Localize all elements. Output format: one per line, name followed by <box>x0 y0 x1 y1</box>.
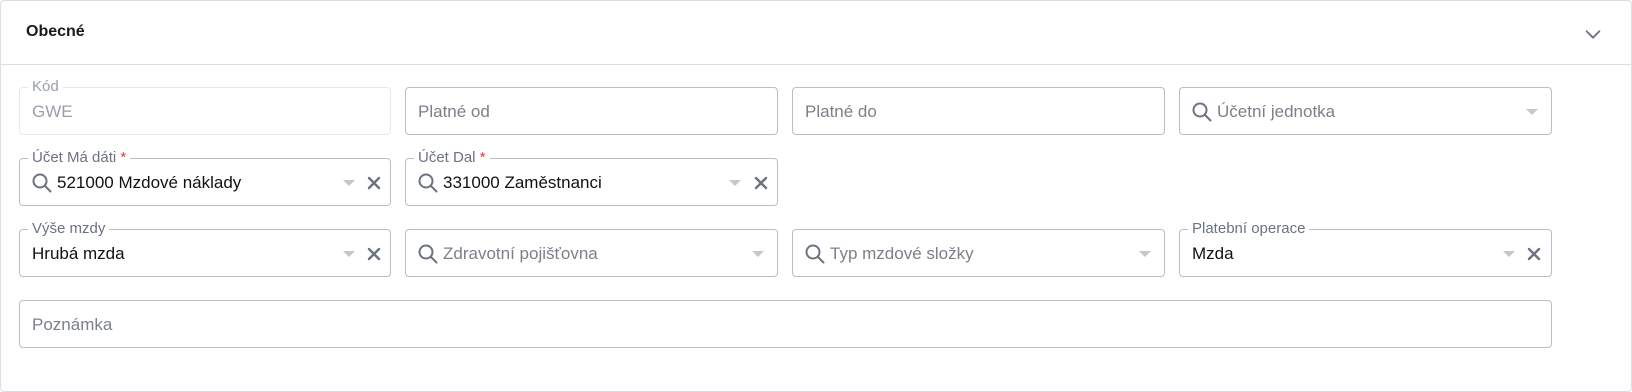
kod-value: GWE <box>32 102 73 121</box>
caret-down-icon[interactable] <box>729 180 741 186</box>
platebni-operace-value: Mzda <box>1192 244 1234 263</box>
typ-mzdove-slozky-select[interactable]: Typ mzdové složky <box>792 229 1165 277</box>
ucet-ma-dati-value: 521000 Mzdové náklady <box>57 173 242 192</box>
caret-down-icon[interactable] <box>1526 109 1538 115</box>
ucet-dal-select[interactable]: Účet Dal * 331000 Zaměstnanci <box>405 148 778 206</box>
ucet-ma-dati-select[interactable]: Účet Má dáti * 521000 Mzdové náklady <box>19 148 391 206</box>
poznamka-field[interactable]: Poznámka <box>19 300 1552 348</box>
required-mark: * <box>120 149 127 166</box>
vyse-mzdy-value: Hrubá mzda <box>32 244 125 263</box>
ucet-dal-label-text: Účet Dal <box>418 149 476 166</box>
caret-down-icon[interactable] <box>343 180 355 186</box>
search-icon <box>32 173 52 193</box>
ucet-ma-dati-label-text: Účet Má dáti <box>32 149 117 166</box>
close-icon[interactable] <box>1526 246 1542 262</box>
chevron-down-icon[interactable] <box>1582 23 1604 45</box>
ucetni-jednotka-select[interactable]: Účetní jednotka <box>1179 87 1552 135</box>
zdravotni-pojistovna-placeholder: Zdravotní pojišťovna <box>443 244 598 263</box>
ucet-dal-label: Účet Dal * <box>414 148 490 168</box>
platebni-operace-select[interactable]: Platební operace Mzda <box>1179 219 1552 277</box>
platne-do-placeholder: Platné do <box>805 102 877 121</box>
close-icon[interactable] <box>753 175 769 191</box>
section-title: Obecné <box>26 23 85 40</box>
vyse-mzdy-label: Výše mzdy <box>28 219 110 239</box>
required-mark: * <box>479 149 486 166</box>
ucet-ma-dati-label: Účet Má dáti * <box>28 148 131 168</box>
caret-down-icon[interactable] <box>1503 251 1515 257</box>
platne-do-field[interactable]: Platné do <box>792 87 1165 135</box>
search-icon <box>418 173 438 193</box>
platne-od-field[interactable]: Platné od <box>405 87 778 135</box>
caret-down-icon[interactable] <box>752 251 764 257</box>
kod-label: Kód <box>28 77 63 97</box>
caret-down-icon[interactable] <box>343 251 355 257</box>
poznamka-placeholder: Poznámka <box>32 315 113 334</box>
platne-od-placeholder: Platné od <box>418 102 490 121</box>
zdravotni-pojistovna-select[interactable]: Zdravotní pojišťovna <box>405 229 778 277</box>
kod-field: Kód GWE <box>19 77 391 135</box>
close-icon[interactable] <box>366 246 382 262</box>
ucet-dal-value: 331000 Zaměstnanci <box>443 173 602 192</box>
ucetni-jednotka-placeholder: Účetní jednotka <box>1217 102 1336 121</box>
search-icon <box>418 244 438 264</box>
typ-mzdove-slozky-placeholder: Typ mzdové složky <box>830 244 974 263</box>
search-icon <box>1192 102 1212 122</box>
section-header[interactable]: Obecné <box>1 1 1631 65</box>
vyse-mzdy-select[interactable]: Výše mzdy Hrubá mzda <box>19 219 391 277</box>
close-icon[interactable] <box>366 175 382 191</box>
search-icon <box>805 244 825 264</box>
platebni-operace-label: Platební operace <box>1188 219 1310 239</box>
caret-down-icon[interactable] <box>1139 251 1151 257</box>
general-section-panel: Obecné Kód GWE Platné od Platné do Účetn… <box>0 0 1632 392</box>
